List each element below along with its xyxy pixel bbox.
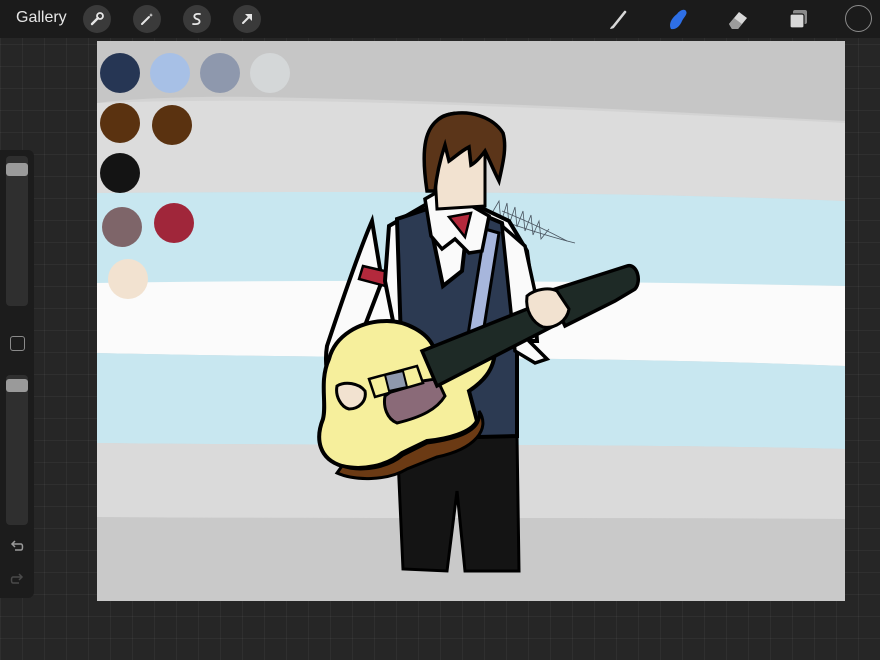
eraser-button[interactable] bbox=[724, 5, 752, 33]
magic-wand-icon bbox=[141, 13, 153, 25]
palette-swatch bbox=[150, 53, 190, 93]
wrench-icon bbox=[90, 12, 104, 26]
eraser-icon bbox=[729, 12, 747, 29]
adjustments-button[interactable] bbox=[133, 5, 161, 33]
palette-swatch bbox=[100, 103, 140, 143]
layers-button[interactable] bbox=[785, 5, 813, 33]
drawing-canvas[interactable] bbox=[97, 41, 845, 601]
brush-size-slider[interactable] bbox=[6, 156, 28, 306]
redo-button[interactable] bbox=[9, 571, 25, 587]
opacity-thumb[interactable] bbox=[6, 379, 28, 393]
selection-s-icon bbox=[192, 12, 201, 26]
color-picker-button[interactable] bbox=[845, 5, 872, 32]
palette-swatch bbox=[154, 203, 194, 243]
palette-swatch bbox=[200, 53, 240, 93]
palette-swatch bbox=[250, 53, 290, 93]
palette-swatch bbox=[152, 105, 192, 145]
palette-swatch bbox=[102, 207, 142, 247]
artwork bbox=[97, 41, 845, 601]
brush-size-thumb[interactable] bbox=[6, 162, 28, 176]
undo-button[interactable] bbox=[9, 538, 25, 554]
strumming-hand bbox=[335, 381, 367, 411]
actions-button[interactable] bbox=[83, 5, 111, 33]
opacity-slider[interactable] bbox=[6, 375, 28, 525]
redo-icon bbox=[10, 573, 24, 584]
layers-icon bbox=[789, 10, 807, 29]
selection-button[interactable] bbox=[183, 5, 211, 33]
smudge-button[interactable] bbox=[664, 5, 692, 33]
sidebar bbox=[0, 150, 34, 598]
brush-button[interactable] bbox=[605, 5, 633, 33]
palette-swatch bbox=[108, 259, 148, 299]
pickup-center bbox=[383, 369, 409, 393]
brush-icon bbox=[610, 10, 627, 29]
modify-button[interactable] bbox=[10, 336, 25, 351]
undo-icon bbox=[10, 540, 24, 551]
smudge-finger-icon bbox=[670, 9, 687, 30]
palette-swatch bbox=[100, 53, 140, 93]
transform-button[interactable] bbox=[233, 5, 261, 33]
gallery-button[interactable]: Gallery bbox=[16, 9, 67, 27]
arrow-cursor-icon bbox=[242, 14, 252, 24]
top-toolbar: Gallery bbox=[0, 0, 880, 38]
palette-swatch bbox=[100, 153, 140, 193]
